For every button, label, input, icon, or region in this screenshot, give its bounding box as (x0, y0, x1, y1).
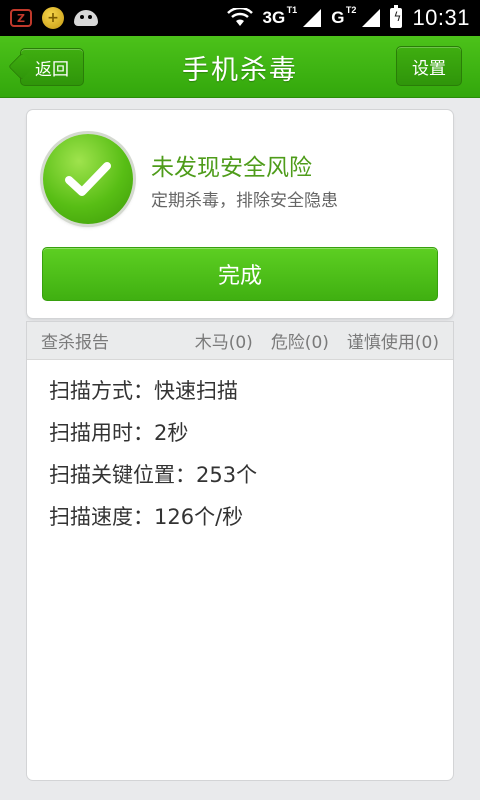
plus-coin-icon: + (42, 7, 64, 29)
scan-time-line: 扫描用时：2秒 (49, 421, 189, 445)
android-icon (74, 10, 98, 26)
network-type-1: 3G T1 (262, 5, 298, 27)
scan-speed-line: 扫描速度：126个/秒 (49, 505, 244, 529)
settings-button[interactable]: 设置 (396, 46, 462, 86)
check-badge (43, 134, 133, 224)
status-bar: Z + 3G T1 G T2 ϟ 10:31 (0, 0, 480, 36)
signal-2-icon (362, 9, 381, 27)
report-header-title: 查杀报告 (41, 333, 109, 353)
caution-count: 谨慎使用(0) (346, 333, 439, 353)
result-card: 未发现安全风险 定期杀毒，排除安全隐患 完成 (27, 110, 453, 318)
trojan-count: 木马(0) (194, 333, 253, 353)
check-icon (65, 162, 111, 196)
signal-1-icon (303, 9, 322, 27)
wifi-icon (226, 8, 253, 26)
zhangyue-z-icon: Z (10, 9, 32, 27)
report-lines: 扫描方式：快速扫描 扫描用时：2秒 扫描关键位置：253个 扫描速度：126个/… (27, 360, 453, 538)
scan-method-line: 扫描方式：快速扫描 (49, 379, 238, 403)
done-button[interactable]: 完成 (42, 247, 438, 301)
network-type-2: G T2 (331, 5, 357, 27)
report-header: 查杀报告 木马(0) 危险(0) 谨慎使用(0) (27, 322, 453, 360)
report-panel: 查杀报告 木马(0) 危险(0) 谨慎使用(0) 扫描方式：快速扫描 扫描用时：… (27, 322, 453, 780)
notification-area: Z + (10, 7, 98, 29)
battery-icon: ϟ (390, 5, 403, 28)
result-subtitle: 定期杀毒，排除安全隐患 (151, 191, 338, 211)
title-bar: 返回 手机杀毒 设置 (0, 36, 480, 98)
scan-locations-line: 扫描关键位置：253个 (49, 463, 258, 487)
system-indicators: 3G T1 G T2 ϟ 10:31 (226, 5, 470, 31)
clock: 10:31 (412, 5, 470, 30)
danger-count: 危险(0) (270, 333, 329, 353)
result-title: 未发现安全风险 (151, 155, 312, 181)
